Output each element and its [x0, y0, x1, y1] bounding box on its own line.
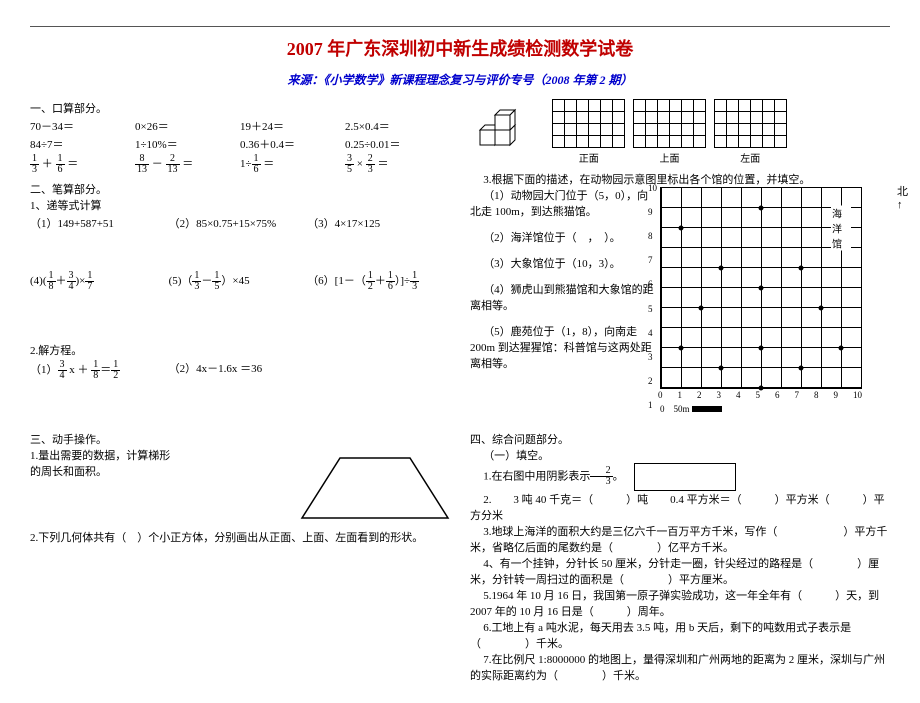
calc-item: 13 ＋ 16 ＝: [30, 154, 135, 175]
calc-item: 84÷7＝: [30, 136, 135, 152]
left-column: 一、口算部分。 70－34＝ 0×26＝ 19＋24＝ 2.5×0.4＝ 84÷…: [30, 100, 450, 683]
section-4-head: 四、综合问题部分。: [470, 431, 890, 447]
section-2-head: 二、笔算部分。: [30, 181, 450, 197]
calc-item: （2）85×0.75+15×75%: [169, 215, 308, 231]
calc-item: 35 × 23 ＝: [345, 154, 450, 175]
q3-1: 1.量出需要的数据，计算梯形的周长和面积。: [30, 447, 180, 479]
section-1-head: 一、口算部分。: [30, 100, 450, 116]
calc-item: 813 － 213 ＝: [135, 154, 240, 175]
shade-box: [634, 463, 736, 491]
calc-item: 1÷10%＝: [135, 136, 240, 152]
cubes-figure: [470, 100, 540, 163]
s4-7: 7.在比例尺 1:8000000 的地图上，量得深圳和广州两地的距离为 2 厘米…: [470, 651, 890, 683]
subhead: 1、递等式计算: [30, 197, 450, 213]
calc-item: 1÷16 ＝: [240, 154, 345, 175]
section-3-head: 三、动手操作。: [30, 431, 450, 447]
trapezoid-figure: [300, 453, 450, 523]
s4-3: 3.地球上海洋的面积大约是三亿六千一百万平方千米，写作（ ）平方千米，省略亿后面…: [470, 523, 890, 555]
calc-item: (5)（13－15）×45: [169, 271, 308, 292]
s4-1: 1.在右图中用阴影表示23。: [470, 463, 890, 491]
calc-item: (4)(18＋34)×17: [30, 271, 169, 292]
q3-2: 2.下列几何体共有（ ）个小正方体，分别画出从正面、上面、左面看到的形状。: [30, 529, 450, 545]
view-grid-front: 正面: [553, 100, 625, 165]
calc-item: （2）4x－1.6x ＝36: [169, 360, 308, 381]
calc-item: 70－34＝: [30, 118, 135, 134]
map-chart: 北↑ 12345678910 海洋馆 012345678910 0 50m: [660, 187, 890, 415]
view-grid-top: 上面: [634, 100, 706, 165]
right-column: 正面 上面 左面 3.根据下面的描述，在动物园示意图里标出各个馆的位置，并填空。…: [470, 100, 890, 683]
north-icon: 北↑: [897, 183, 908, 211]
subhead: 2.解方程。: [30, 342, 450, 358]
s4-5: 5.1964 年 10 月 16 日，我国第一原子弹实验成功，这一年全年有（ ）…: [470, 587, 890, 619]
section-4-sub: （一）填空。: [470, 447, 890, 463]
calc-item: （6）[1－（12＋16）]÷13: [307, 271, 446, 292]
calc-item: 0.36＋0.4＝: [240, 136, 345, 152]
calc-item: 0.25÷0.01＝: [345, 136, 450, 152]
source-line: 来源：《小学数学》新课程理念复习与评价专号（2008 年第 2 期）: [30, 71, 890, 88]
calc-item: （1）149+587+51: [30, 215, 169, 231]
page-title: 2007 年广东深圳初中新生成绩检测数学试卷: [30, 35, 890, 61]
s4-4: 4、有一个挂钟，分针长 50 厘米，分针走一圈，针尖经过的路程是（ ）厘米，分针…: [470, 555, 890, 587]
calc-item: 19＋24＝: [240, 118, 345, 134]
calc-item: 2.5×0.4＝: [345, 118, 450, 134]
calc-item: （3）4×17×125: [307, 215, 446, 231]
s4-2: 2. 3 吨 40 千克＝（ ）吨 0.4 平方米＝（ ）平方米（ ）平方分米: [470, 491, 890, 523]
view-grid-left: 左面: [714, 100, 786, 165]
s4-6: 6.工地上有 a 吨水泥，每天用去 3.5 吨，用 b 天后，剩下的吨数用式子表…: [470, 619, 890, 651]
calc-item: 0×26＝: [135, 118, 240, 134]
calc-item: （1）34 x ＋ 18＝12: [30, 360, 169, 381]
q3-head: 3.根据下面的描述，在动物园示意图里标出各个馆的位置，并填空。: [470, 171, 890, 187]
